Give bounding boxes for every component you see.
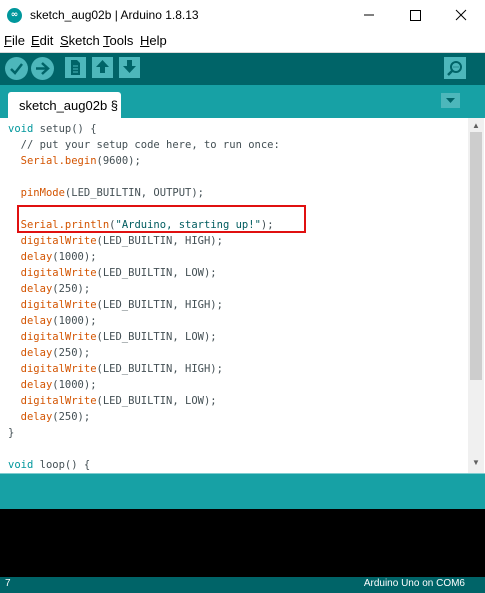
serial-monitor-icon [447, 61, 462, 76]
tab-sketch[interactable]: sketch_aug02b § [8, 92, 121, 118]
menu-tools[interactable]: Tools [103, 33, 133, 48]
code-editor[interactable]: void setup() { // put your setup code he… [0, 118, 468, 473]
save-button[interactable] [119, 57, 140, 78]
message-area [0, 473, 485, 510]
menu-help[interactable]: Help [140, 33, 167, 48]
upload-icon [36, 62, 50, 75]
board-port: Arduino Uno on COM6 [363, 578, 465, 589]
scroll-up-icon[interactable]: ▲ [472, 121, 480, 130]
maximize-icon [410, 10, 421, 21]
line-number: 7 [5, 578, 11, 589]
verify-button[interactable] [5, 57, 28, 80]
minimize-button[interactable] [346, 0, 392, 30]
menu-bar: File Edit Sketch Tools Help [0, 30, 485, 53]
menu-edit[interactable]: Edit [31, 33, 53, 48]
open-button[interactable] [92, 57, 113, 78]
new-button[interactable] [65, 57, 86, 78]
open-icon [96, 60, 109, 73]
status-bar: 7 Arduino Uno on COM6 [0, 577, 485, 593]
upload-button[interactable] [31, 57, 54, 80]
save-icon [123, 60, 136, 73]
arduino-logo-icon: ∞ [7, 8, 22, 23]
new-icon [71, 60, 80, 75]
chevron-down-icon [446, 98, 455, 103]
window-title: sketch_aug02b | Arduino 1.8.13 [30, 8, 199, 22]
verify-icon [10, 63, 23, 75]
scroll-thumb[interactable] [470, 132, 482, 380]
toolbar [0, 53, 485, 85]
tab-menu-button[interactable] [441, 93, 460, 108]
close-icon [455, 9, 467, 21]
close-button[interactable] [438, 0, 484, 30]
vertical-scrollbar[interactable]: ▲ ▼ [468, 118, 484, 473]
tab-label: sketch_aug02b § [19, 98, 119, 113]
minimize-icon [364, 14, 374, 16]
tab-strip: sketch_aug02b § [0, 85, 485, 118]
scroll-down-icon[interactable]: ▼ [472, 458, 480, 467]
title-bar: ∞ sketch_aug02b | Arduino 1.8.13 [0, 0, 485, 30]
serial-monitor-button[interactable] [444, 57, 466, 79]
code-text[interactable]: void setup() { // put your setup code he… [8, 121, 280, 473]
menu-file[interactable]: File [4, 33, 25, 48]
console-output [0, 509, 485, 577]
maximize-button[interactable] [392, 0, 438, 30]
highlight-box [17, 205, 306, 233]
menu-sketch[interactable]: Sketch [60, 33, 100, 48]
